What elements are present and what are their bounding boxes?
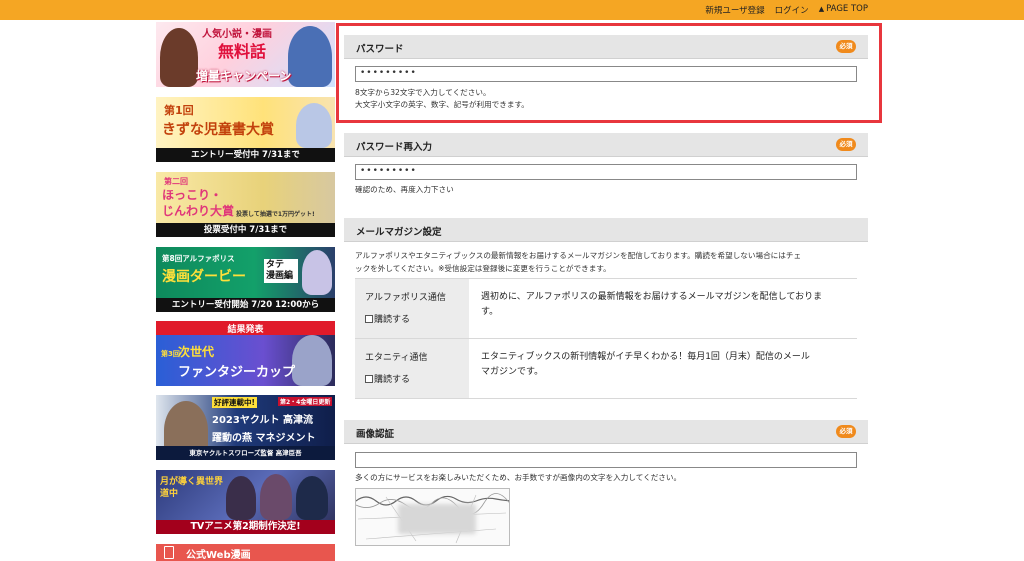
banner-text: 結果発表 xyxy=(227,325,264,335)
banner-text: 第8回アルファポリス xyxy=(162,254,235,263)
magazine-desc-cell: 週初めに、アルファポリスの最新情報をお届けするメールマガジンを配信しておりま す… xyxy=(469,278,857,339)
page-top-label: PAGE TOP xyxy=(826,4,868,14)
banner-official-web-manga[interactable]: 公式Web漫画 xyxy=(156,544,335,561)
banner-text: 月が導く異世界道中 xyxy=(160,477,224,499)
section-header: パスワード再入力 必須 xyxy=(344,133,868,157)
password-confirm-hint: 確認のため、再度入力下さい xyxy=(355,185,454,194)
magazine-desc-cell: エタニティブックスの新刊情報がイチ早くわかる！毎月1回（月末）配信のメール マガ… xyxy=(469,338,857,399)
required-badge: 必須 xyxy=(836,425,856,438)
login-link[interactable]: ログイン xyxy=(775,4,809,16)
magazine-name: アルファポリス通信 xyxy=(365,293,446,303)
book-icon xyxy=(164,546,174,559)
captcha-hint: 多くの方にサービスをお楽しみいただくため、お手数ですが画像内の文字を入力してくだ… xyxy=(355,473,682,482)
password-hint: 8文字から32文字で入力してください。 xyxy=(355,88,491,97)
banner-free-campaign[interactable]: 人気小説・漫画 無料話 増量キャンペーン xyxy=(156,22,335,87)
checkbox-label: 購読する xyxy=(374,375,411,385)
checkbox-icon[interactable] xyxy=(365,315,373,323)
banner-text: きずな児童書大賞 xyxy=(162,122,274,138)
page-top-link[interactable]: ▲ PAGE TOP xyxy=(819,4,868,16)
banner-text: 第1回 xyxy=(164,104,194,117)
banner-text: 公式Web漫画 xyxy=(186,550,251,561)
banner-strip: エントリー受付開始 7/20 12:00から xyxy=(156,298,335,312)
banner-text: 増量キャンペーン xyxy=(196,69,292,83)
character-art xyxy=(160,28,198,87)
captcha-blur xyxy=(398,504,476,534)
section-title: パスワード xyxy=(356,44,404,55)
banner-text: 躍動の燕 マネジメント xyxy=(212,433,316,444)
top-nav: 新規ユーザ登録 ログイン ▲ PAGE TOP xyxy=(705,4,868,16)
magazine-name: エタニティ通信 xyxy=(365,353,428,363)
banner-yakult[interactable]: 好評連載中! 第2・4金曜日更新 2023ヤクルト 高津流 躍動の燕 マネジメン… xyxy=(156,395,335,460)
required-badge: 必須 xyxy=(836,40,856,53)
banner-fantasy-cup[interactable]: 結果発表 第3回 次世代 ファンタジーカップ xyxy=(156,321,335,386)
section-title: メールマガジン設定 xyxy=(356,227,442,238)
magazine-intro: アルファポリスやエタニティブックスの最新情報をお届けするメールマガジンを配信して… xyxy=(355,251,802,260)
banner-text: 無料話 xyxy=(218,42,267,61)
table-row: アルファポリス通信 購読する 週初めに、アルファポリスの最新情報をお届けするメー… xyxy=(355,278,857,339)
banner-strip: 投票受付中 7/31まで xyxy=(156,223,335,237)
magazine-desc: 週初めに、アルファポリスの最新情報をお届けするメールマガジンを配信しておりま xyxy=(481,292,823,302)
banner-kizuna-award[interactable]: 第1回 きずな児童書大賞 エントリー受付中 7/31まで xyxy=(156,97,335,162)
required-badge: 必須 xyxy=(836,138,856,151)
character-art xyxy=(226,476,256,520)
signup-link[interactable]: 新規ユーザ登録 xyxy=(705,4,764,16)
banner-text: じんわり大賞 xyxy=(162,204,235,218)
character-art xyxy=(296,103,332,148)
banner-tag: タテ 漫画編 xyxy=(264,259,298,283)
character-art xyxy=(302,250,332,295)
checkbox-icon[interactable] xyxy=(365,375,373,383)
magazine-desc: マガジンです。 xyxy=(481,367,544,377)
banner-text: 次世代 xyxy=(178,345,215,359)
subscribe-checkbox[interactable]: 購読する xyxy=(365,372,459,385)
password-hint: 大文字小文字の英字、数字、記号が利用できます。 xyxy=(355,100,529,109)
section-header: 画像認証 必須 xyxy=(344,420,868,444)
banner-tsuki-anime[interactable]: 月が導く異世界道中 TVアニメ第2期制作決定! xyxy=(156,470,335,534)
section-header: パスワード 必須 xyxy=(344,35,868,59)
banner-text: 漫画ダービー xyxy=(162,269,246,285)
banner-strip: TVアニメ第2期制作決定! xyxy=(156,520,335,534)
section-title: パスワード再入力 xyxy=(356,142,433,153)
top-bar: 新規ユーザ登録 ログイン ▲ PAGE TOP xyxy=(0,0,1024,20)
banner-hokkori-award[interactable]: 第二回 ほっこり・ じんわり大賞 投票して抽選で1万円ゲット! 投票受付中 7/… xyxy=(156,172,335,237)
banner-text: 好評連載中! xyxy=(212,397,257,408)
password-input[interactable]: ••••••••• xyxy=(355,66,857,82)
captcha-image xyxy=(355,488,510,546)
section-header: メールマガジン設定 xyxy=(344,218,868,242)
captcha-input[interactable] xyxy=(355,452,857,468)
banner-strip: エントリー受付中 7/31まで xyxy=(156,148,335,162)
magazine-desc: す。 xyxy=(481,307,499,317)
checkbox-label: 購読する xyxy=(374,315,411,325)
banner-text: 投票して抽選で1万円ゲット! xyxy=(236,211,315,218)
banner-text: ほっこり・ xyxy=(162,188,223,202)
magazine-desc: エタニティブックスの新刊情報がイチ早くわかる！毎月1回（月末）配信のメール xyxy=(481,352,810,362)
magazine-name-cell: アルファポリス通信 購読する xyxy=(355,278,469,339)
character-art xyxy=(260,474,292,520)
character-art xyxy=(296,476,328,520)
magazine-table: アルファポリス通信 購読する 週初めに、アルファポリスの最新情報をお届けするメー… xyxy=(355,278,857,399)
banner-manga-derby[interactable]: 第8回アルファポリス 漫画ダービー タテ 漫画編 エントリー受付開始 7/20 … xyxy=(156,247,335,312)
magazine-name-cell: エタニティ通信 購読する xyxy=(355,338,469,399)
password-confirm-input[interactable]: ••••••••• xyxy=(355,164,857,180)
banner-text: ファンタジーカップ xyxy=(178,365,296,380)
character-art xyxy=(292,335,332,386)
arrow-up-icon: ▲ xyxy=(818,5,825,13)
banner-tag: 第2・4金曜日更新 xyxy=(278,397,333,406)
character-art xyxy=(288,26,332,87)
section-title: 画像認証 xyxy=(356,429,395,440)
table-row: エタニティ通信 購読する エタニティブックスの新刊情報がイチ早くわかる！毎月1回… xyxy=(355,338,857,399)
magazine-intro: ックを外してください。※受信設定は登録後に変更を行うことができます。 xyxy=(355,264,611,273)
banner-text: 2023ヤクルト 高津流 xyxy=(212,415,314,426)
subscribe-checkbox[interactable]: 購読する xyxy=(365,312,459,325)
banner-strip: 東京ヤクルトスワローズ監督 高津臣吾 xyxy=(156,446,335,460)
